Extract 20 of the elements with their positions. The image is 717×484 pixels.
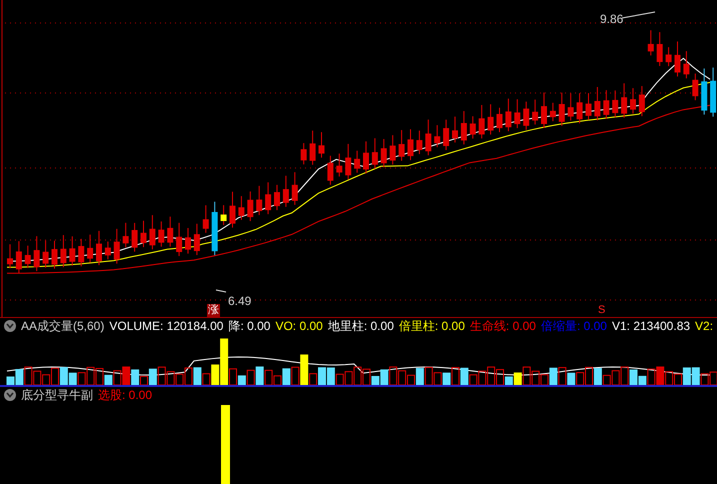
indicator-value: 生命线: 0.00 <box>470 318 536 334</box>
indicator-value: VO: 0.00 <box>275 318 323 334</box>
indicator-value: 选股: 0.00 <box>98 386 152 403</box>
price-low-label: 6.49 <box>228 293 252 310</box>
indicator-title: AA成交量(5,60) <box>21 318 104 334</box>
collapse-icon[interactable] <box>4 320 16 332</box>
signal-marker: S <box>597 304 606 317</box>
indicator-value: VOLUME: 120184.00 <box>109 318 224 334</box>
indicator-value: 倍缩量: 0.00 <box>540 318 607 334</box>
indicator-value: V2: <box>695 318 714 334</box>
indicator-title: 底分型寻牛副 <box>21 386 93 403</box>
indicator-value: 地里柱: 0.00 <box>328 318 394 334</box>
price-high-label: 9.86 <box>600 11 624 28</box>
indicator-value: 降: 0.00 <box>228 318 270 334</box>
signal-marker: 涨 <box>207 304 220 317</box>
indicator-value: 倍里柱: 0.00 <box>398 318 465 334</box>
leader-line <box>216 290 226 292</box>
collapse-icon[interactable] <box>4 388 16 401</box>
leader-line <box>622 12 656 18</box>
indicator-value: V1: 213400.83 <box>612 318 690 334</box>
